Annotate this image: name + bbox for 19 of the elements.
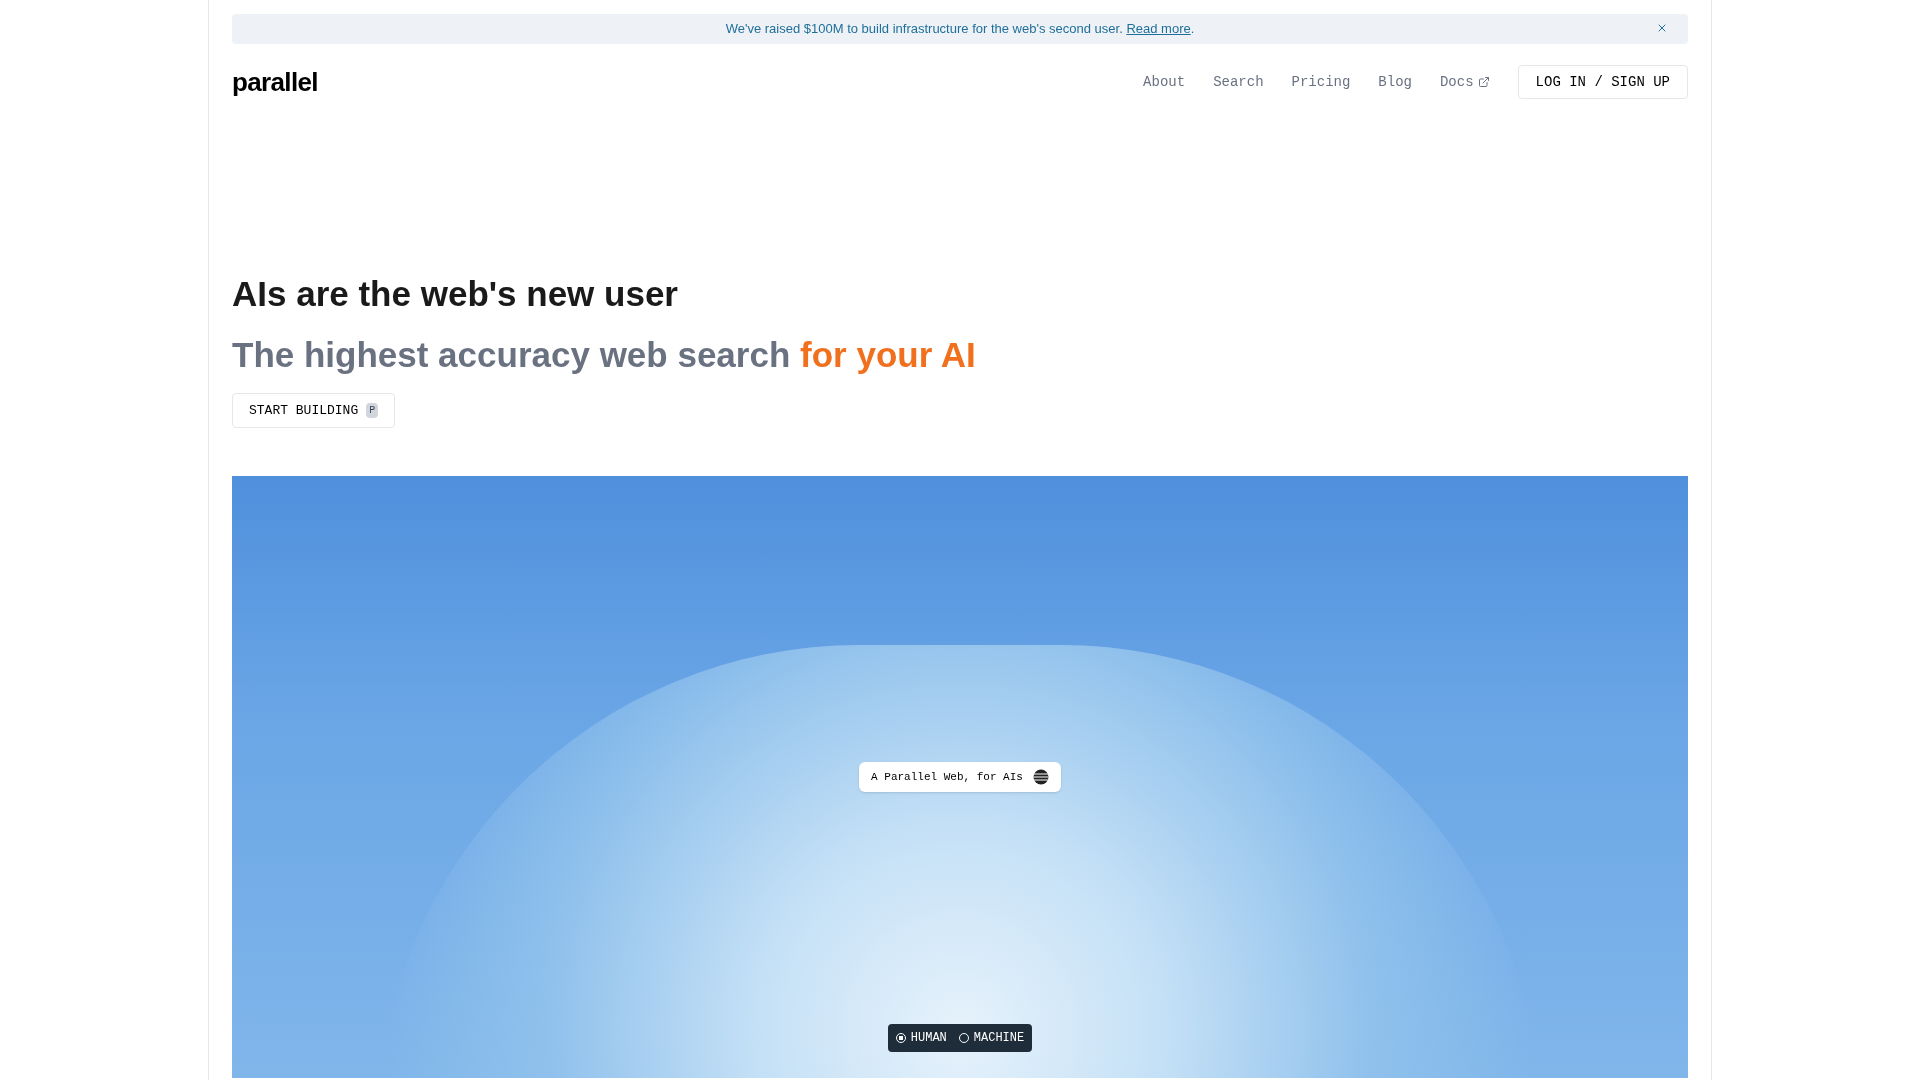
mode-option[interactable]: MACHINE [958,1029,1025,1047]
nav-link[interactable]: Docs [1439,71,1490,93]
close-button[interactable] [1656,22,1668,34]
nav-link[interactable]: About [1143,71,1186,93]
start-building-button[interactable]: START BUILDING P [232,393,396,428]
announcement-text: We've raised $100M to build infrastructure for the web's second user. Read more. [725,20,1195,39]
key-hint: P [366,403,379,418]
read-more-link[interactable]: Read more [1126,21,1191,37]
external-link-icon [1477,76,1490,88]
nav-link[interactable]: Blog [1378,71,1412,93]
nav-link[interactable]: Pricing [1291,71,1351,93]
login-button[interactable]: LOG IN / SIGN UP [1517,65,1688,99]
globe-icon [1032,769,1049,785]
hero-heading: AIs are the web's new user [232,273,679,315]
mode-option[interactable]: HUMAN [895,1029,947,1047]
nav-link[interactable]: Search [1213,71,1264,93]
hero-subtitle: The highest accuracy web search for your AI [232,333,977,376]
caption-text: A Parallel Web, for AIs [871,769,1023,785]
logo[interactable]: parallel [232,62,318,102]
